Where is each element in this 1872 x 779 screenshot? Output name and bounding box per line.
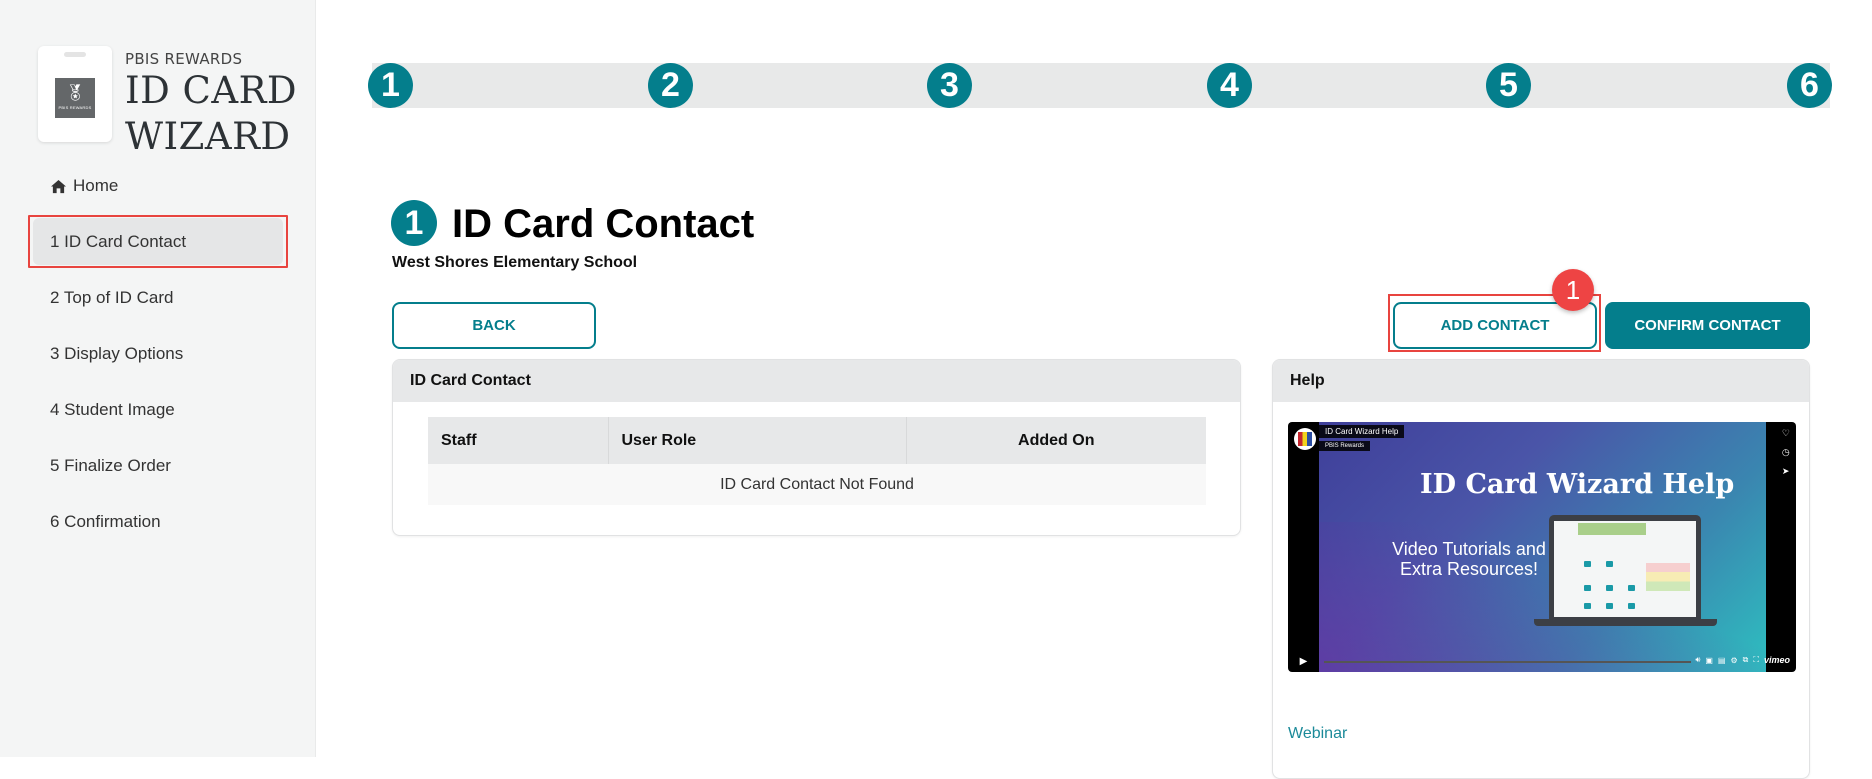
sidebar-item-label: Home <box>73 176 119 195</box>
sidebar-item-top-of-id-card[interactable]: 2 Top of ID Card <box>33 274 283 321</box>
sidebar: 🏅︎ PBIS REWARDS PBIS REWARDS ID CARD WIZ… <box>0 0 316 757</box>
sidebar-item-home[interactable]: Home <box>50 176 118 196</box>
card-slot-icon <box>64 52 86 57</box>
app-title-line1: ID CARD <box>125 69 298 112</box>
step-number-badge: 1 <box>391 200 437 246</box>
fullscreen-icon[interactable]: ⛶ <box>1753 655 1759 665</box>
badge-text: PBIS REWARDS <box>58 105 92 110</box>
video-seek-bar[interactable] <box>1324 661 1691 663</box>
video-title-tag[interactable]: ID Card Wizard Help <box>1319 425 1405 438</box>
video-side-actions: ♡ ◷ ➤ <box>1782 428 1790 477</box>
table-header-row: Staff User Role Added On <box>428 417 1206 464</box>
sidebar-item-display-options[interactable]: 3 Display Options <box>33 330 283 377</box>
pbis-badge-icon: 🏅︎ PBIS REWARDS <box>55 78 95 118</box>
column-header-staff[interactable]: Staff <box>428 417 609 464</box>
back-button[interactable]: BACK <box>392 302 596 349</box>
home-icon <box>51 179 66 193</box>
laptop-base <box>1534 619 1717 626</box>
sidebar-item-label: 6 Confirmation <box>50 511 161 531</box>
step-5-circle[interactable]: 5 <box>1486 63 1531 108</box>
page-title: ID Card Contact <box>452 202 755 246</box>
sidebar-item-label: 5 Finalize Order <box>50 455 171 475</box>
wizard-progress-bar <box>372 63 1830 108</box>
sidebar-item-finalize-order[interactable]: 5 Finalize Order <box>33 442 283 489</box>
help-panel: Help ID Card Wizard Help Video Tutorials… <box>1272 359 1810 779</box>
like-icon[interactable]: ♡ <box>1782 428 1790 439</box>
step-4-circle[interactable]: 4 <box>1207 63 1252 108</box>
sidebar-item-student-image[interactable]: 4 Student Image <box>33 386 283 433</box>
table-row: ID Card Contact Not Found <box>428 464 1206 505</box>
vimeo-logo[interactable]: vimeo <box>1764 655 1790 665</box>
help-video-player[interactable]: ID Card Wizard Help Video Tutorials and … <box>1288 422 1796 672</box>
annotation-badge: 1 <box>1552 269 1594 311</box>
app-title-line2: WIZARD <box>125 115 291 158</box>
panel-header: ID Card Contact <box>393 360 1240 402</box>
id-card-logo: 🏅︎ PBIS REWARDS <box>38 46 112 142</box>
watch-later-icon[interactable]: ◷ <box>1782 447 1790 458</box>
sidebar-item-label: 3 Display Options <box>50 343 184 363</box>
play-icon[interactable]: ▶ <box>1288 656 1319 667</box>
id-card-contact-panel: ID Card Contact Staff User Role Added On… <box>392 359 1241 536</box>
webinar-link[interactable]: Webinar <box>1288 725 1347 743</box>
step-1-circle[interactable]: 1 <box>368 63 413 108</box>
volume-icon[interactable]: 🔊︎ <box>1695 655 1700 665</box>
captions-icon[interactable]: ▣ <box>1705 656 1713 665</box>
empty-message: ID Card Contact Not Found <box>428 464 1206 505</box>
video-slide-subtitle: Video Tutorials and Extra Resources! <box>1392 539 1546 579</box>
brand-name: PBIS REWARDS <box>125 50 243 68</box>
contacts-table: Staff User Role Added On ID Card Contact… <box>428 417 1206 505</box>
video-controls: ▶ 🔊︎ ▣ ▤ ⚙ ⧉ ⛶ vimeo <box>1288 650 1796 672</box>
confirm-contact-button[interactable]: CONFIRM CONTACT <box>1605 302 1810 349</box>
step-2-circle[interactable]: 2 <box>648 63 693 108</box>
step-3-circle[interactable]: 3 <box>927 63 972 108</box>
sidebar-item-label: 1 ID Card Contact <box>50 231 187 251</box>
video-slide-title: ID Card Wizard Help <box>1420 469 1735 500</box>
step-6-circle[interactable]: 6 <box>1787 63 1832 108</box>
settings-icon[interactable]: ⚙ <box>1730 656 1737 665</box>
transcript-icon[interactable]: ▤ <box>1718 656 1726 665</box>
panel-header: Help <box>1273 360 1809 402</box>
column-header-user-role[interactable]: User Role <box>608 417 907 464</box>
laptop-illustration <box>1549 515 1701 619</box>
sidebar-item-label: 4 Student Image <box>50 399 175 419</box>
video-thumbnail[interactable]: ID Card Wizard Help Video Tutorials and … <box>1319 422 1766 672</box>
channel-avatar[interactable] <box>1294 428 1316 450</box>
sidebar-item-confirmation[interactable]: 6 Confirmation <box>33 498 283 545</box>
channel-name-tag[interactable]: PBIS Rewards <box>1319 441 1371 451</box>
app-logo-text: PBIS REWARDS ID CARD WIZARD <box>125 50 297 160</box>
medal-icon: 🏅︎ <box>64 85 86 102</box>
sidebar-item-id-card-contact[interactable]: 1 ID Card Contact <box>28 215 288 268</box>
school-name: West Shores Elementary School <box>392 254 638 271</box>
column-header-added-on[interactable]: Added On <box>906 417 1206 464</box>
pip-icon[interactable]: ⧉ <box>1743 655 1749 665</box>
sidebar-item-label: 2 Top of ID Card <box>50 287 174 307</box>
share-icon[interactable]: ➤ <box>1782 466 1790 477</box>
